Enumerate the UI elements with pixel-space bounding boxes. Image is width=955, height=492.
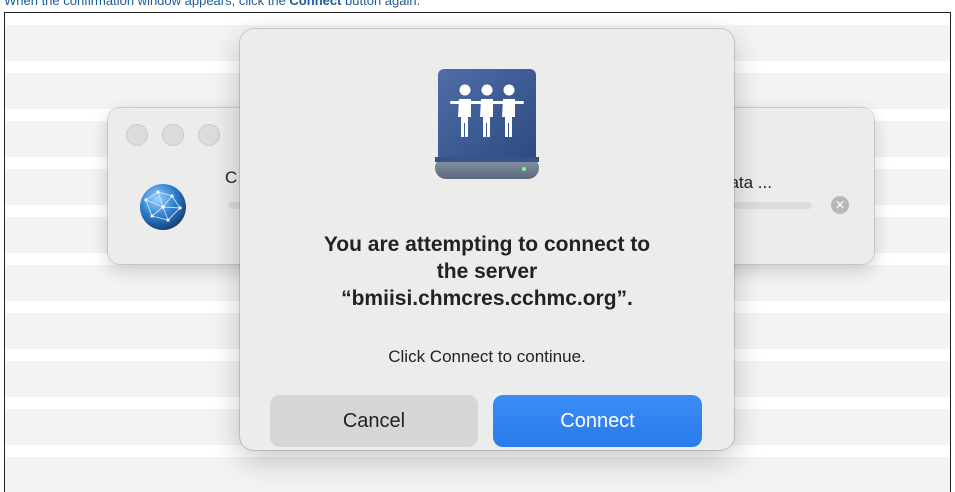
dialog-title-line: “bmiisi.chmcres.cchmc.org”. xyxy=(341,287,633,310)
instruction-before: When the confirmation window appears, cl… xyxy=(4,0,290,8)
dialog-message: Click Connect to continue. xyxy=(388,347,586,366)
connecting-label-left: C xyxy=(225,168,238,187)
dialog-title: You are attempting to connect to the ser… xyxy=(240,231,734,312)
connect-button[interactable]: Connect xyxy=(493,395,702,447)
progress-bar-right xyxy=(726,202,812,209)
instruction-bold: Connect xyxy=(289,0,342,8)
zoom-window-button[interactable] xyxy=(198,124,220,146)
cancel-button[interactable]: Cancel xyxy=(270,395,478,447)
cancel-connection-icon[interactable]: ✕ xyxy=(831,196,849,214)
minimize-window-button[interactable] xyxy=(162,124,184,146)
screenshot-frame: C data ... ✕ You are attempting to conne… xyxy=(4,12,951,492)
network-globe-icon xyxy=(140,184,186,230)
connect-confirmation-dialog: You are attempting to connect to the ser… xyxy=(240,29,734,450)
instruction-after: button again. xyxy=(341,0,421,8)
shared-server-icon xyxy=(435,69,539,179)
dialog-title-line: the server xyxy=(436,260,538,283)
dialog-title-line: You are attempting to connect to xyxy=(323,233,651,256)
close-window-button[interactable] xyxy=(126,124,148,146)
instruction-text: When the confirmation window appears, cl… xyxy=(4,0,420,9)
